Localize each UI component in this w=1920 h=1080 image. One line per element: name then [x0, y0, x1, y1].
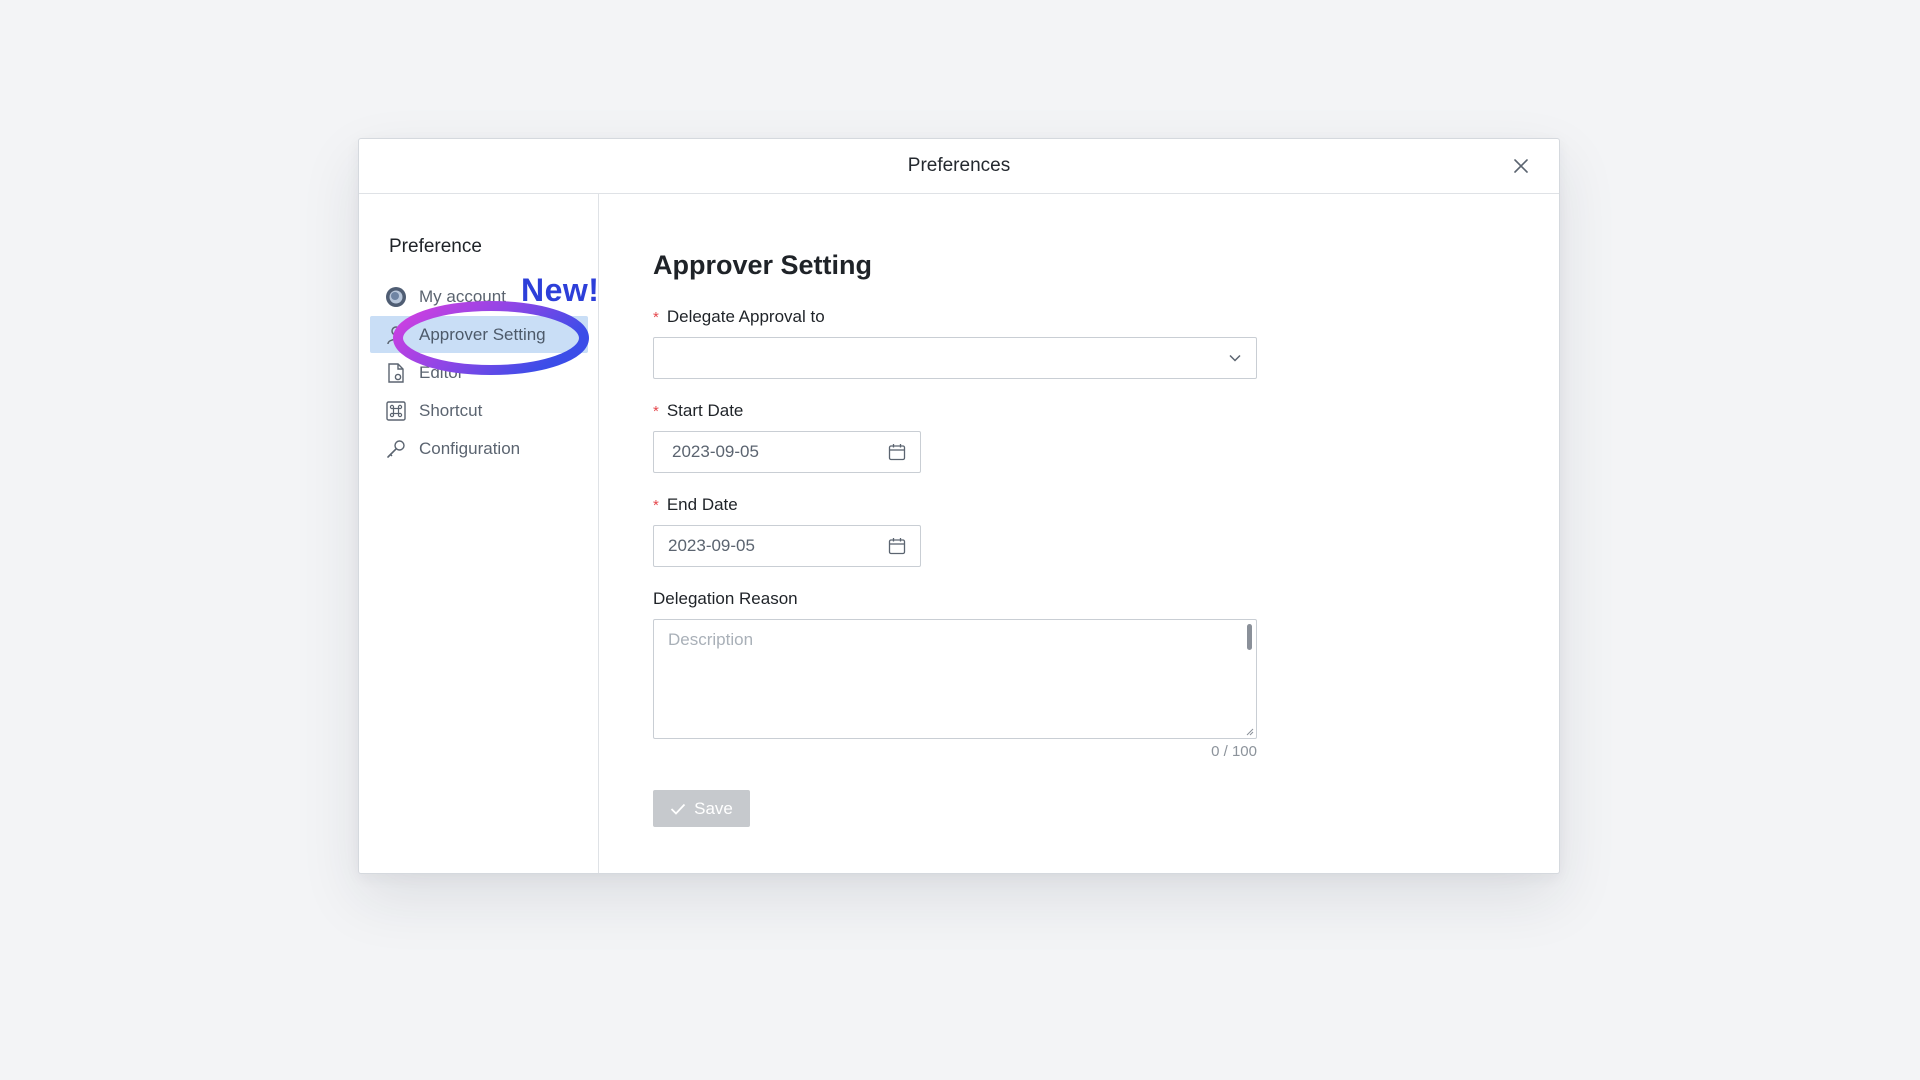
page-title: Approver Setting: [653, 250, 873, 280]
start-date-field: * Start Date 2023-09-05: [653, 401, 1559, 473]
sidebar-item-label: Configuration: [419, 438, 521, 458]
reason-textarea-wrapper: [653, 619, 1257, 739]
approver-setting-panel: Approver Setting * Delegate Approval to …: [599, 194, 1559, 873]
required-asterisk: *: [653, 308, 659, 326]
user-icon: [385, 324, 407, 346]
delegate-label-text: Delegate Approval to: [666, 307, 825, 326]
delegate-field: * Delegate Approval to: [653, 307, 1559, 379]
modal-header: Preferences: [359, 139, 1559, 194]
sidebar-title: Preference: [389, 236, 482, 257]
sidebar-item-editor[interactable]: Editor: [370, 354, 588, 391]
reason-label: Delegation Reason: [653, 589, 798, 608]
sidebar-item-label: My account: [419, 286, 506, 306]
character-counter: 0 / 100: [1211, 743, 1257, 760]
end-date-field: * End Date 2023-09-05: [653, 495, 1559, 567]
end-date-label-text: End Date: [666, 495, 738, 514]
end-date-input[interactable]: 2023-09-05: [653, 525, 921, 567]
end-date-value: 2023-09-05: [668, 536, 755, 555]
close-icon: [1514, 159, 1528, 173]
save-button[interactable]: Save: [653, 790, 750, 827]
resize-handle-icon[interactable]: [1244, 726, 1254, 736]
end-date-label: * End Date: [653, 495, 1559, 515]
sidebar-item-label: Editor: [419, 362, 464, 382]
calendar-icon[interactable]: [888, 443, 906, 461]
reason-textarea[interactable]: [654, 620, 1256, 738]
start-date-value: 2023-09-05: [672, 442, 759, 461]
required-asterisk: *: [653, 496, 659, 514]
new-badge: New!: [521, 272, 600, 308]
textarea-scrollbar[interactable]: [1247, 624, 1252, 650]
reason-field: Delegation Reason 0 / 100: [653, 589, 1559, 760]
file-settings-icon: [385, 362, 407, 384]
start-date-label: * Start Date: [653, 401, 1559, 421]
avatar-icon: [385, 286, 407, 308]
modal-title: Preferences: [907, 155, 1011, 176]
close-button[interactable]: [1509, 154, 1533, 178]
wrench-icon: [385, 438, 407, 460]
delegate-label: * Delegate Approval to: [653, 307, 1559, 327]
sidebar-item-configuration[interactable]: Configuration: [370, 430, 588, 467]
start-date-input[interactable]: 2023-09-05: [653, 431, 921, 473]
check-icon: [670, 803, 686, 815]
sidebar-item-approver-setting[interactable]: Approver Setting: [370, 316, 588, 353]
save-button-label: Save: [694, 798, 733, 818]
modal-body: Preference New! My account Approver Sett…: [359, 194, 1559, 873]
sidebar: Preference New! My account Approver Sett…: [359, 194, 599, 873]
calendar-icon[interactable]: [888, 537, 906, 555]
preferences-modal: Preferences Preference New! My account A…: [358, 138, 1560, 874]
chevron-down-icon: [1229, 354, 1241, 362]
start-date-label-text: Start Date: [666, 401, 744, 420]
required-asterisk: *: [653, 402, 659, 420]
sidebar-item-label: Shortcut: [419, 400, 483, 420]
delegate-select[interactable]: [653, 337, 1257, 379]
sidebar-item-label: Approver Setting: [419, 324, 546, 344]
command-key-icon: [385, 400, 407, 422]
sidebar-item-shortcut[interactable]: Shortcut: [370, 392, 588, 429]
